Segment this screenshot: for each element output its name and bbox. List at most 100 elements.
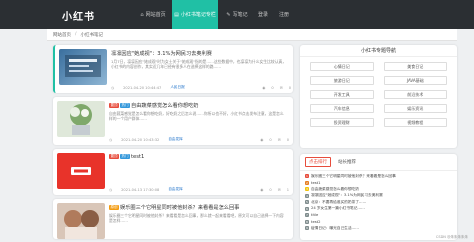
nav-write-note[interactable]: ✎ 写笔记 — [222, 0, 252, 29]
nav-notes-label: 小红书笔记专栏 — [180, 12, 216, 18]
list-item-text[interactable]: 凛凛因应"她成视"：3.1%为网民习去奥利赛 — [311, 193, 383, 198]
list-item-text[interactable]: 北京：不要再给谁买的奶茶了…… — [311, 200, 366, 205]
post-title[interactable]: 原创 娱乐圈三个它明星同时被他封杀？来看看是怎么回事 — [109, 204, 239, 211]
list-item-text[interactable]: title — [311, 213, 318, 217]
list-item-text[interactable]: 自由蔬菜感觉怎么看你想吃奶 — [311, 187, 359, 192]
post-comments: 0 — [288, 85, 291, 90]
tag-top: 置顶 — [109, 154, 119, 159]
eye-icon: ◉ — [262, 85, 266, 90]
eye-icon: ◉ — [260, 137, 264, 142]
top-navigation-bar: 小红书 ⌂ 网站首页 ▤ 小红书笔记专栏 ✎ 写笔记 登录 注册 — [0, 0, 474, 29]
book-icon: ▤ — [174, 11, 179, 18]
tag-hot: 热门 — [120, 154, 130, 159]
category-grid: 心情日记 美食日记 旅游日记 JAVA基础 开发工具 前沿技术 汽车信息 娱乐资… — [300, 57, 457, 132]
nav-register-label: 注册 — [278, 12, 289, 18]
post-comments: 1 — [286, 187, 289, 192]
post-author[interactable]: 人民日报 — [170, 85, 184, 90]
breadcrumb-home[interactable]: 网站首页 — [53, 32, 71, 38]
clock-icon: ◷ — [109, 187, 113, 192]
post-views: 0 — [269, 137, 272, 142]
list-item-text[interactable]: 疫情日记：曝光自己生活…… — [311, 226, 359, 231]
list-item-text[interactable]: test1 — [311, 181, 320, 185]
comment-icon: ✉ — [277, 187, 281, 192]
rank-number: 4 — [305, 193, 309, 198]
nav-home-label: 网站首页 — [145, 12, 166, 18]
site-logo[interactable]: 小红书 — [62, 8, 95, 23]
eye-icon: ◉ — [260, 187, 264, 192]
nav-home[interactable]: ⌂ 网站首页 — [134, 0, 172, 29]
post-date: 2021-04-20 10:43:32 — [121, 137, 160, 142]
breadcrumb-separator: / — [75, 32, 77, 37]
rank-number: 8 — [305, 219, 309, 224]
tab-click-ranking[interactable]: 点击排行 — [305, 157, 331, 167]
post-title-text[interactable]: 自由蔬菜感觉怎么看你想吃奶 — [131, 103, 198, 109]
nav-login[interactable]: 登录 — [254, 0, 272, 29]
post-meta: ◷ 2021-04-20 10:43:32 自由发挥 ◉ 0 ✉ 0 — [109, 137, 289, 142]
category-button[interactable]: 视频教程 — [383, 118, 447, 127]
tag-hot: 热门 — [120, 103, 130, 108]
post-card[interactable]: 置顶 热门 自由蔬菜感觉怎么看你想吃奶 自由蔬菜感觉是怎么看你想吃奶，好吃奶之后怎么… — [53, 97, 293, 145]
post-comments: 0 — [286, 137, 289, 142]
post-title[interactable]: 置顶 热门 test1 — [109, 154, 144, 160]
post-card[interactable]: 凛凛因应"她成视"：3.1%为网民习去奥利赛 1月7日，凛凛因应"她成观"时为女… — [53, 45, 293, 93]
post-card[interactable]: 原创 娱乐圈三个它明星同时被他封杀？来看看是怎么回事 娱乐圈三个它明星同时被他封杀… — [53, 199, 293, 239]
list-item-text[interactable]: test2 — [311, 220, 320, 224]
tag-original: 原创 — [109, 205, 119, 210]
breadcrumb-current: 小红书笔记 — [80, 32, 104, 38]
category-navigation-panel: 小红书专题导航 心情日记 美食日记 旅游日记 JAVA基础 开发工具 前沿技术 … — [300, 45, 457, 148]
category-button[interactable]: 旅游日记 — [310, 76, 374, 85]
rank-number: 3 — [305, 187, 309, 192]
clock-icon: ◷ — [111, 85, 115, 90]
category-button[interactable]: 心情日记 — [310, 62, 374, 71]
post-thumbnail[interactable] — [57, 153, 105, 189]
post-views: 0 — [271, 85, 274, 90]
post-thumbnail[interactable] — [59, 49, 107, 85]
comment-icon: ✉ — [277, 137, 281, 142]
rank-number: 2 — [305, 180, 309, 185]
tab-recommended[interactable]: 站长推荐 — [335, 158, 359, 166]
rank-number: 1 — [305, 174, 309, 179]
category-button[interactable]: 开发工具 — [310, 90, 374, 99]
post-views: 0 — [269, 187, 272, 192]
clock-icon: ◷ — [109, 137, 113, 142]
ranking-panel: 点击排行 站长推荐 1 娱乐圈三个它明星同时被他封杀？来看看是怎么回事 2 test… — [300, 154, 457, 240]
category-button[interactable]: 汽车信息 — [310, 104, 374, 113]
post-thumbnail[interactable] — [57, 203, 105, 239]
post-author[interactable]: 自由发挥 — [168, 137, 182, 142]
comment-icon: ✉ — [279, 85, 283, 90]
edit-icon: ✎ — [226, 11, 231, 18]
nav-login-label: 登录 — [257, 12, 268, 18]
post-date: 2021-04-13 17:30:08 — [121, 187, 160, 192]
nav-write-label: 写笔记 — [232, 12, 248, 18]
ranking-tabs: 点击排行 站长推荐 — [300, 154, 457, 171]
post-title-text[interactable]: 娱乐圈三个它明星同时被他封杀？来看看是怎么回事 — [120, 205, 239, 211]
rank-number: 9 — [305, 226, 309, 231]
post-title[interactable]: 置顶 热门 自由蔬菜感觉怎么看你想吃奶 — [109, 102, 198, 109]
post-excerpt: 娱乐圈三个它明星同时被他封杀？来看看是怎么回事，那么就一起来看看吧，原文可以自己… — [109, 213, 284, 223]
list-item-text[interactable]: 24 岁女生第一篇小红书笔记…… — [311, 206, 365, 211]
watermark: CSDN @朱朱朱朱朱 — [435, 235, 468, 239]
nav-notes-column[interactable]: ▤ 小红书笔记专栏 — [172, 0, 218, 29]
tag-top: 置顶 — [109, 103, 119, 108]
hot-list: 1 娱乐圈三个它明星同时被他封杀？来看看是怎么回事 2 test1 3 自由蔬菜感觉怎… — [300, 171, 457, 234]
nav-register[interactable]: 注册 — [275, 0, 293, 29]
post-author[interactable]: 自由发挥 — [168, 187, 182, 192]
home-icon: ⌂ — [140, 11, 144, 18]
post-meta: ◷ 2021-04-20 10:44:47 人民日报 ◉ 0 ✉ 0 — [111, 85, 291, 90]
post-title-text[interactable]: test1 — [131, 154, 144, 160]
list-item[interactable]: 9 疫情日记：曝光自己生活…… — [305, 225, 452, 232]
post-excerpt: 1月7日，凛凛因应"她成观"时为女士关于"她成观"指的是……这些数据中，也凛凛为… — [111, 59, 287, 69]
post-thumbnail[interactable] — [57, 101, 105, 137]
category-button[interactable]: JAVA基础 — [383, 76, 447, 85]
list-item-text[interactable]: 娱乐圈三个它明星同时被他封杀？来看看是怎么回事 — [311, 174, 396, 179]
rank-number: 7 — [305, 213, 309, 218]
post-title[interactable]: 凛凛因应"她成视"：3.1%为网民习去奥利赛 — [111, 50, 212, 57]
category-button[interactable]: 前沿技术 — [383, 90, 447, 99]
rank-number: 6 — [305, 206, 309, 211]
panel-title: 小红书专题导航 — [300, 45, 457, 57]
category-button[interactable]: 美食日记 — [383, 62, 447, 71]
post-card[interactable]: 置顶 热门 test1 ◷ 2021-04-13 17:30:08 自由发挥 ◉ 0 … — [53, 149, 293, 195]
category-button[interactable]: 投资理财 — [310, 118, 374, 127]
category-button[interactable]: 娱乐资讯 — [383, 104, 447, 113]
post-meta: ◷ 2021-04-13 17:30:08 自由发挥 ◉ 0 ✉ 1 — [109, 187, 289, 192]
